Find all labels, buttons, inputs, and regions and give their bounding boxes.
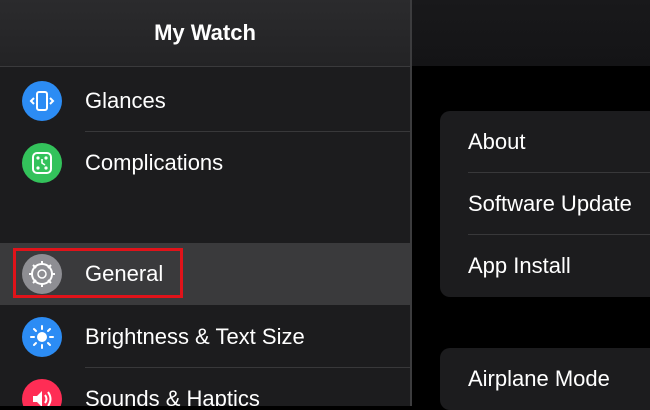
sidebar-item-sounds[interactable]: Sounds & Haptics bbox=[0, 368, 410, 406]
sidebar-item-label: Complications bbox=[85, 150, 224, 175]
glances-icon bbox=[22, 81, 62, 121]
software-update-label: Software Update bbox=[468, 191, 632, 216]
airplane-mode-item[interactable]: Airplane Mode bbox=[440, 348, 650, 410]
highlight-box bbox=[13, 248, 183, 298]
sidebar-item-brightness[interactable]: Brightness & Text Size bbox=[0, 306, 410, 368]
about-item[interactable]: About bbox=[440, 111, 650, 173]
detail-header bbox=[412, 0, 650, 66]
settings-group: About Software Update App Install bbox=[440, 111, 650, 297]
app-install-item[interactable]: App Install bbox=[440, 235, 650, 297]
airplane-mode-label: Airplane Mode bbox=[468, 366, 610, 391]
settings-group: Airplane Mode bbox=[440, 348, 650, 410]
sidebar-item-glances[interactable]: Glances bbox=[0, 70, 410, 132]
speaker-icon bbox=[22, 379, 62, 406]
sidebar: My Watch Glances Complications General B… bbox=[0, 0, 410, 406]
complications-icon bbox=[22, 143, 62, 183]
about-label: About bbox=[468, 129, 526, 154]
sidebar-item-label: Sounds & Haptics bbox=[85, 386, 260, 406]
app-install-label: App Install bbox=[468, 253, 571, 278]
page-title: My Watch bbox=[154, 20, 256, 45]
brightness-icon bbox=[22, 317, 62, 357]
software-update-item[interactable]: Software Update bbox=[440, 173, 650, 235]
general-pane: About Software Update App Install Airpla… bbox=[412, 0, 650, 410]
sidebar-header: My Watch bbox=[0, 0, 410, 67]
sidebar-item-label: Glances bbox=[85, 88, 166, 113]
sidebar-item-label: Brightness & Text Size bbox=[85, 324, 305, 349]
sidebar-item-complications[interactable]: Complications bbox=[0, 132, 410, 194]
